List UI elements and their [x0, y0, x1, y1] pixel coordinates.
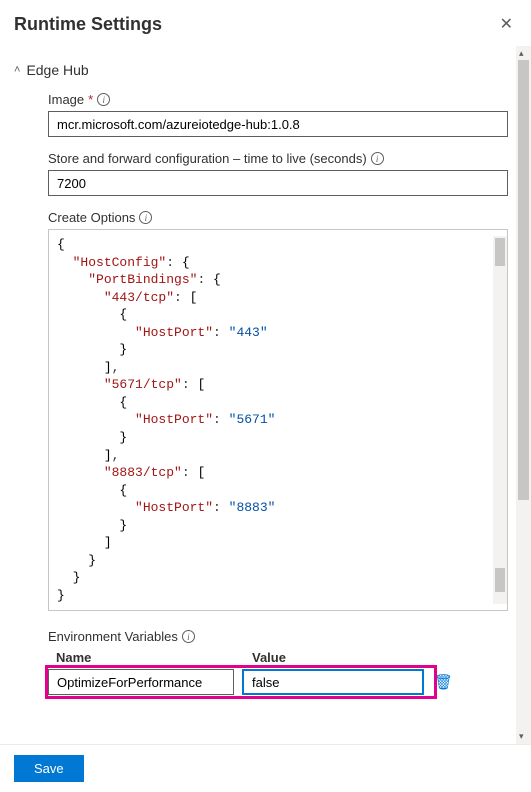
required-asterisk: *: [88, 92, 93, 107]
info-icon[interactable]: i: [97, 93, 110, 106]
col-header-name: Name: [56, 650, 252, 665]
label-image: Image * i: [48, 92, 512, 107]
info-icon[interactable]: i: [139, 211, 152, 224]
field-image: Image * i: [48, 92, 512, 137]
panel-content: ˄ Edge Hub Image * i Store and forward c…: [0, 46, 516, 744]
panel-title: Runtime Settings: [14, 14, 162, 35]
save-button[interactable]: Save: [14, 755, 84, 782]
create-options-editor[interactable]: { "HostConfig": { "PortBindings": { "443…: [48, 229, 508, 611]
env-value-input[interactable]: [242, 669, 424, 695]
code-scrollbar[interactable]: [493, 236, 507, 604]
chevron-up-icon: ˄: [14, 64, 20, 76]
section-env-vars: Environment Variables i Name Value 🗑: [48, 629, 512, 695]
field-create-options: Create Options i { "HostConfig": { "Port…: [48, 210, 512, 611]
info-icon[interactable]: i: [182, 630, 195, 643]
ttl-input[interactable]: [48, 170, 508, 196]
scroll-down-icon[interactable]: ▾: [519, 731, 524, 742]
panel-footer: Save: [0, 744, 531, 792]
panel-header: Runtime Settings ✕: [0, 0, 531, 46]
label-ttl: Store and forward configuration – time t…: [48, 151, 512, 166]
section-header-edge-hub[interactable]: ˄ Edge Hub: [14, 52, 512, 92]
env-table-header: Name Value: [48, 650, 512, 665]
code-scroll-thumb-bottom[interactable]: [495, 568, 505, 592]
close-icon[interactable]: ✕: [496, 10, 517, 38]
runtime-settings-panel: Runtime Settings ✕ ˄ Edge Hub Image * i …: [0, 0, 531, 792]
content-wrap: ˄ Edge Hub Image * i Store and forward c…: [0, 46, 531, 744]
section-title: Edge Hub: [26, 62, 88, 78]
image-input[interactable]: [48, 111, 508, 137]
label-env-vars: Environment Variables i: [48, 629, 512, 644]
scroll-up-icon[interactable]: ▴: [519, 48, 524, 59]
label-create-options: Create Options i: [48, 210, 512, 225]
scroll-thumb[interactable]: [518, 60, 529, 500]
env-name-input[interactable]: [48, 669, 234, 695]
env-row: 🗑: [48, 669, 512, 695]
info-icon[interactable]: i: [371, 152, 384, 165]
col-header-value: Value: [252, 650, 286, 665]
code-scroll-thumb-top[interactable]: [495, 238, 505, 266]
field-ttl: Store and forward configuration – time t…: [48, 151, 512, 196]
panel-scrollbar[interactable]: ▴ ▾: [516, 46, 531, 744]
trash-icon[interactable]: 🗑: [434, 673, 453, 691]
